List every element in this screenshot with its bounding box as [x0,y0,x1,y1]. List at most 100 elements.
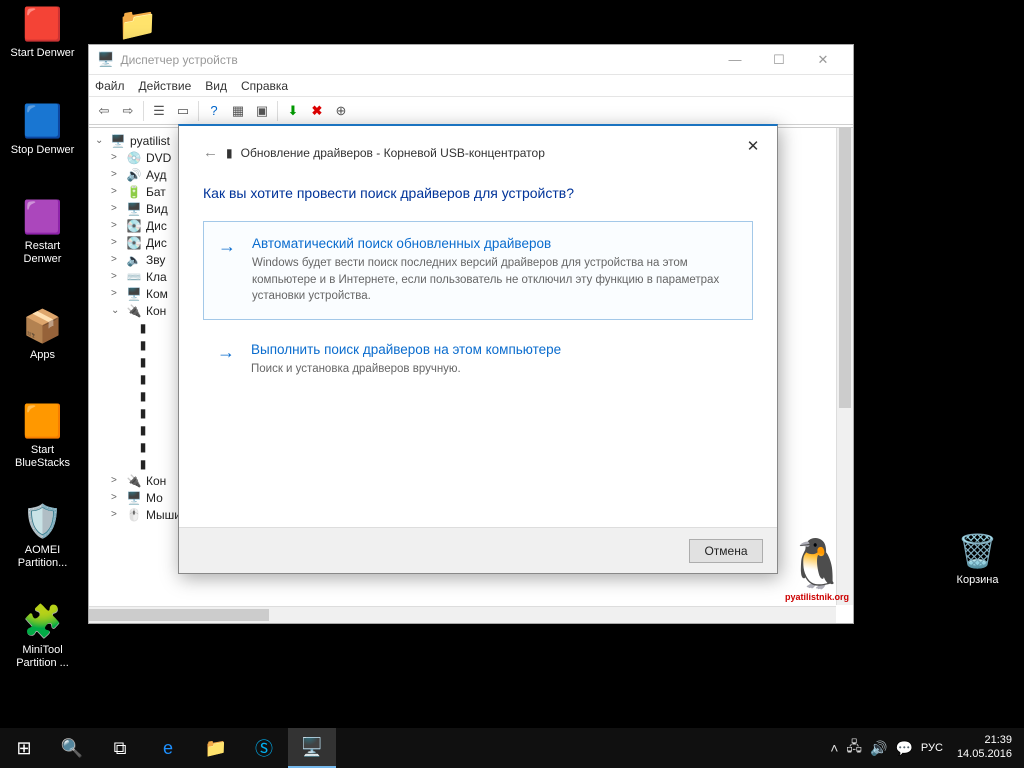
chevron-icon[interactable]: > [111,152,122,163]
usb-icon: ▮ [135,457,151,471]
device-icon: 🖥️ [126,491,142,505]
help-button[interactable]: ? [203,100,225,122]
scroll-thumb[interactable] [839,128,851,408]
tray-clock[interactable]: 21:39 14.05.2016 [951,734,1018,762]
properties-button[interactable]: ▭ [172,100,194,122]
device-icon: ⌨️ [126,270,142,284]
window-title: Диспетчер устройств [120,53,713,67]
desktop-icon-restart-denwer[interactable]: 🟪Restart Denwer [5,196,80,266]
maximize-button[interactable]: ☐ [757,46,801,74]
option-browse-computer[interactable]: → Выполнить поиск драйверов на этом комп… [203,328,753,392]
menu-help[interactable]: Справка [241,79,288,93]
update-button[interactable]: ▣ [251,100,273,122]
option-auto-search[interactable]: → Автоматический поиск обновленных драйв… [203,221,753,320]
vertical-scrollbar[interactable] [836,128,853,605]
chevron-icon[interactable]: > [111,186,122,197]
hscroll-thumb[interactable] [89,609,269,621]
option-auto-desc: Windows будет вести поиск последних верс… [252,255,736,305]
desktop-icon-aomei-partition-[interactable]: 🛡️AOMEI Partition... [5,500,80,570]
tray-language[interactable]: РУС [921,742,943,754]
arrow-right-icon: → [217,342,235,363]
horizontal-scrollbar[interactable] [89,606,836,623]
menu-view[interactable]: Вид [205,79,227,93]
chevron-icon[interactable]: > [111,203,122,214]
close-button[interactable]: ✕ [801,46,845,74]
recycle-bin[interactable]: 🗑️ Корзина [940,530,1015,587]
desktop-icon-minitool-partition-[interactable]: 🧩MiniTool Partition ... [5,600,80,670]
usb-chip-icon: ▮ [226,146,233,160]
tree-node-label: Мо [146,491,163,505]
titlebar[interactable]: 🖥️ Диспетчер устройств — ☐ ✕ [89,45,853,75]
tree-node-label: Ком [146,287,168,301]
device-icon: 🔌 [126,304,142,318]
task-view-button[interactable]: ⧉ [96,728,144,768]
driver-update-wizard: ✕ ← ▮ Обновление драйверов - Корневой US… [178,124,778,574]
chevron-icon[interactable]: > [111,220,122,231]
back-button[interactable]: ⇦ [93,100,115,122]
app-icon: 🟧 [22,400,64,442]
scan-button[interactable]: ▦ [227,100,249,122]
taskbar-edge[interactable]: e [144,728,192,768]
wizard-header: ← ▮ Обновление драйверов - Корневой USB-… [179,126,777,161]
show-hidden-button[interactable]: ☰ [148,100,170,122]
option-auto-title: Автоматический поиск обновленных драйвер… [252,236,736,251]
wizard-close-button[interactable]: ✕ [735,132,771,160]
minimize-button[interactable]: — [713,46,757,74]
desktop-folder[interactable]: 📁 [100,3,175,45]
cancel-button[interactable]: Отмена [689,539,763,563]
watermark: 🐧 pyatilistnik.org [772,535,862,602]
desktop-icon-start-bluestacks[interactable]: 🟧Start BlueStacks [5,400,80,470]
clock-date: 14.05.2016 [957,748,1012,762]
tree-root-label: pyatilist [130,134,170,148]
tree-node-label: DVD [146,151,171,165]
desktop-icon-apps[interactable]: 📦Apps [5,305,80,362]
tree-node-label: Кла [146,270,167,284]
update-driver-button[interactable]: ⬇ [282,100,304,122]
chevron-icon[interactable]: > [111,254,122,265]
tray-chevron-icon[interactable]: ˄ [830,740,838,756]
start-button[interactable]: ⊞ [0,728,48,768]
tree-node-label: Кон [146,474,166,488]
chevron-icon[interactable]: > [111,271,122,282]
desktop-icon-start-denwer[interactable]: 🟥Start Denwer [5,3,80,60]
taskbar-skype[interactable]: Ⓢ [240,728,288,768]
search-button[interactable]: 🔍 [48,728,96,768]
tray-network-icon[interactable]: 🖧 [846,736,862,760]
option-browse-title: Выполнить поиск драйверов на этом компью… [251,342,737,357]
chevron-icon[interactable]: > [111,237,122,248]
uninstall-button[interactable]: ✖ [306,100,328,122]
usb-icon: ▮ [135,389,151,403]
menu-file[interactable]: Файл [95,79,125,93]
taskbar-devmgr[interactable]: 🖥️ [288,728,336,768]
scan-hardware-button[interactable]: ⊕ [330,100,352,122]
taskbar-explorer[interactable]: 📁 [192,728,240,768]
icon-label: Restart Denwer [5,240,80,266]
computer-icon: 🖥️ [110,134,126,148]
device-icon: 💽 [126,236,142,250]
chevron-icon[interactable]: > [111,169,122,180]
usb-icon: ▮ [135,372,151,386]
menu-action[interactable]: Действие [139,79,192,93]
desktop-icon-stop-denwer[interactable]: 🟦Stop Denwer [5,100,80,157]
tray-volume-icon[interactable]: 🔊 [870,740,887,757]
icon-label: Apps [30,349,55,362]
chevron-down-icon[interactable]: ⌄ [95,135,106,146]
watermark-text: pyatilistnik.org [772,592,862,602]
back-arrow-icon[interactable]: ← [203,144,218,161]
chevron-icon[interactable]: > [111,492,122,503]
tray-notifications-icon[interactable]: 💬 [895,740,912,757]
chevron-icon[interactable]: > [111,475,122,486]
app-icon: 🟥 [22,3,64,45]
usb-icon: ▮ [135,423,151,437]
folder-icon: 📁 [117,3,159,45]
chevron-icon[interactable]: ⌄ [111,305,122,316]
device-icon: 🖥️ [126,202,142,216]
recycle-bin-label: Корзина [957,574,999,587]
icon-label: MiniTool Partition ... [5,644,80,670]
chevron-icon[interactable]: > [111,509,122,520]
device-icon: 🔈 [126,253,142,267]
forward-button[interactable]: ⇨ [117,100,139,122]
tree-node-label: Дис [146,236,167,250]
device-icon: 💿 [126,151,142,165]
chevron-icon[interactable]: > [111,288,122,299]
